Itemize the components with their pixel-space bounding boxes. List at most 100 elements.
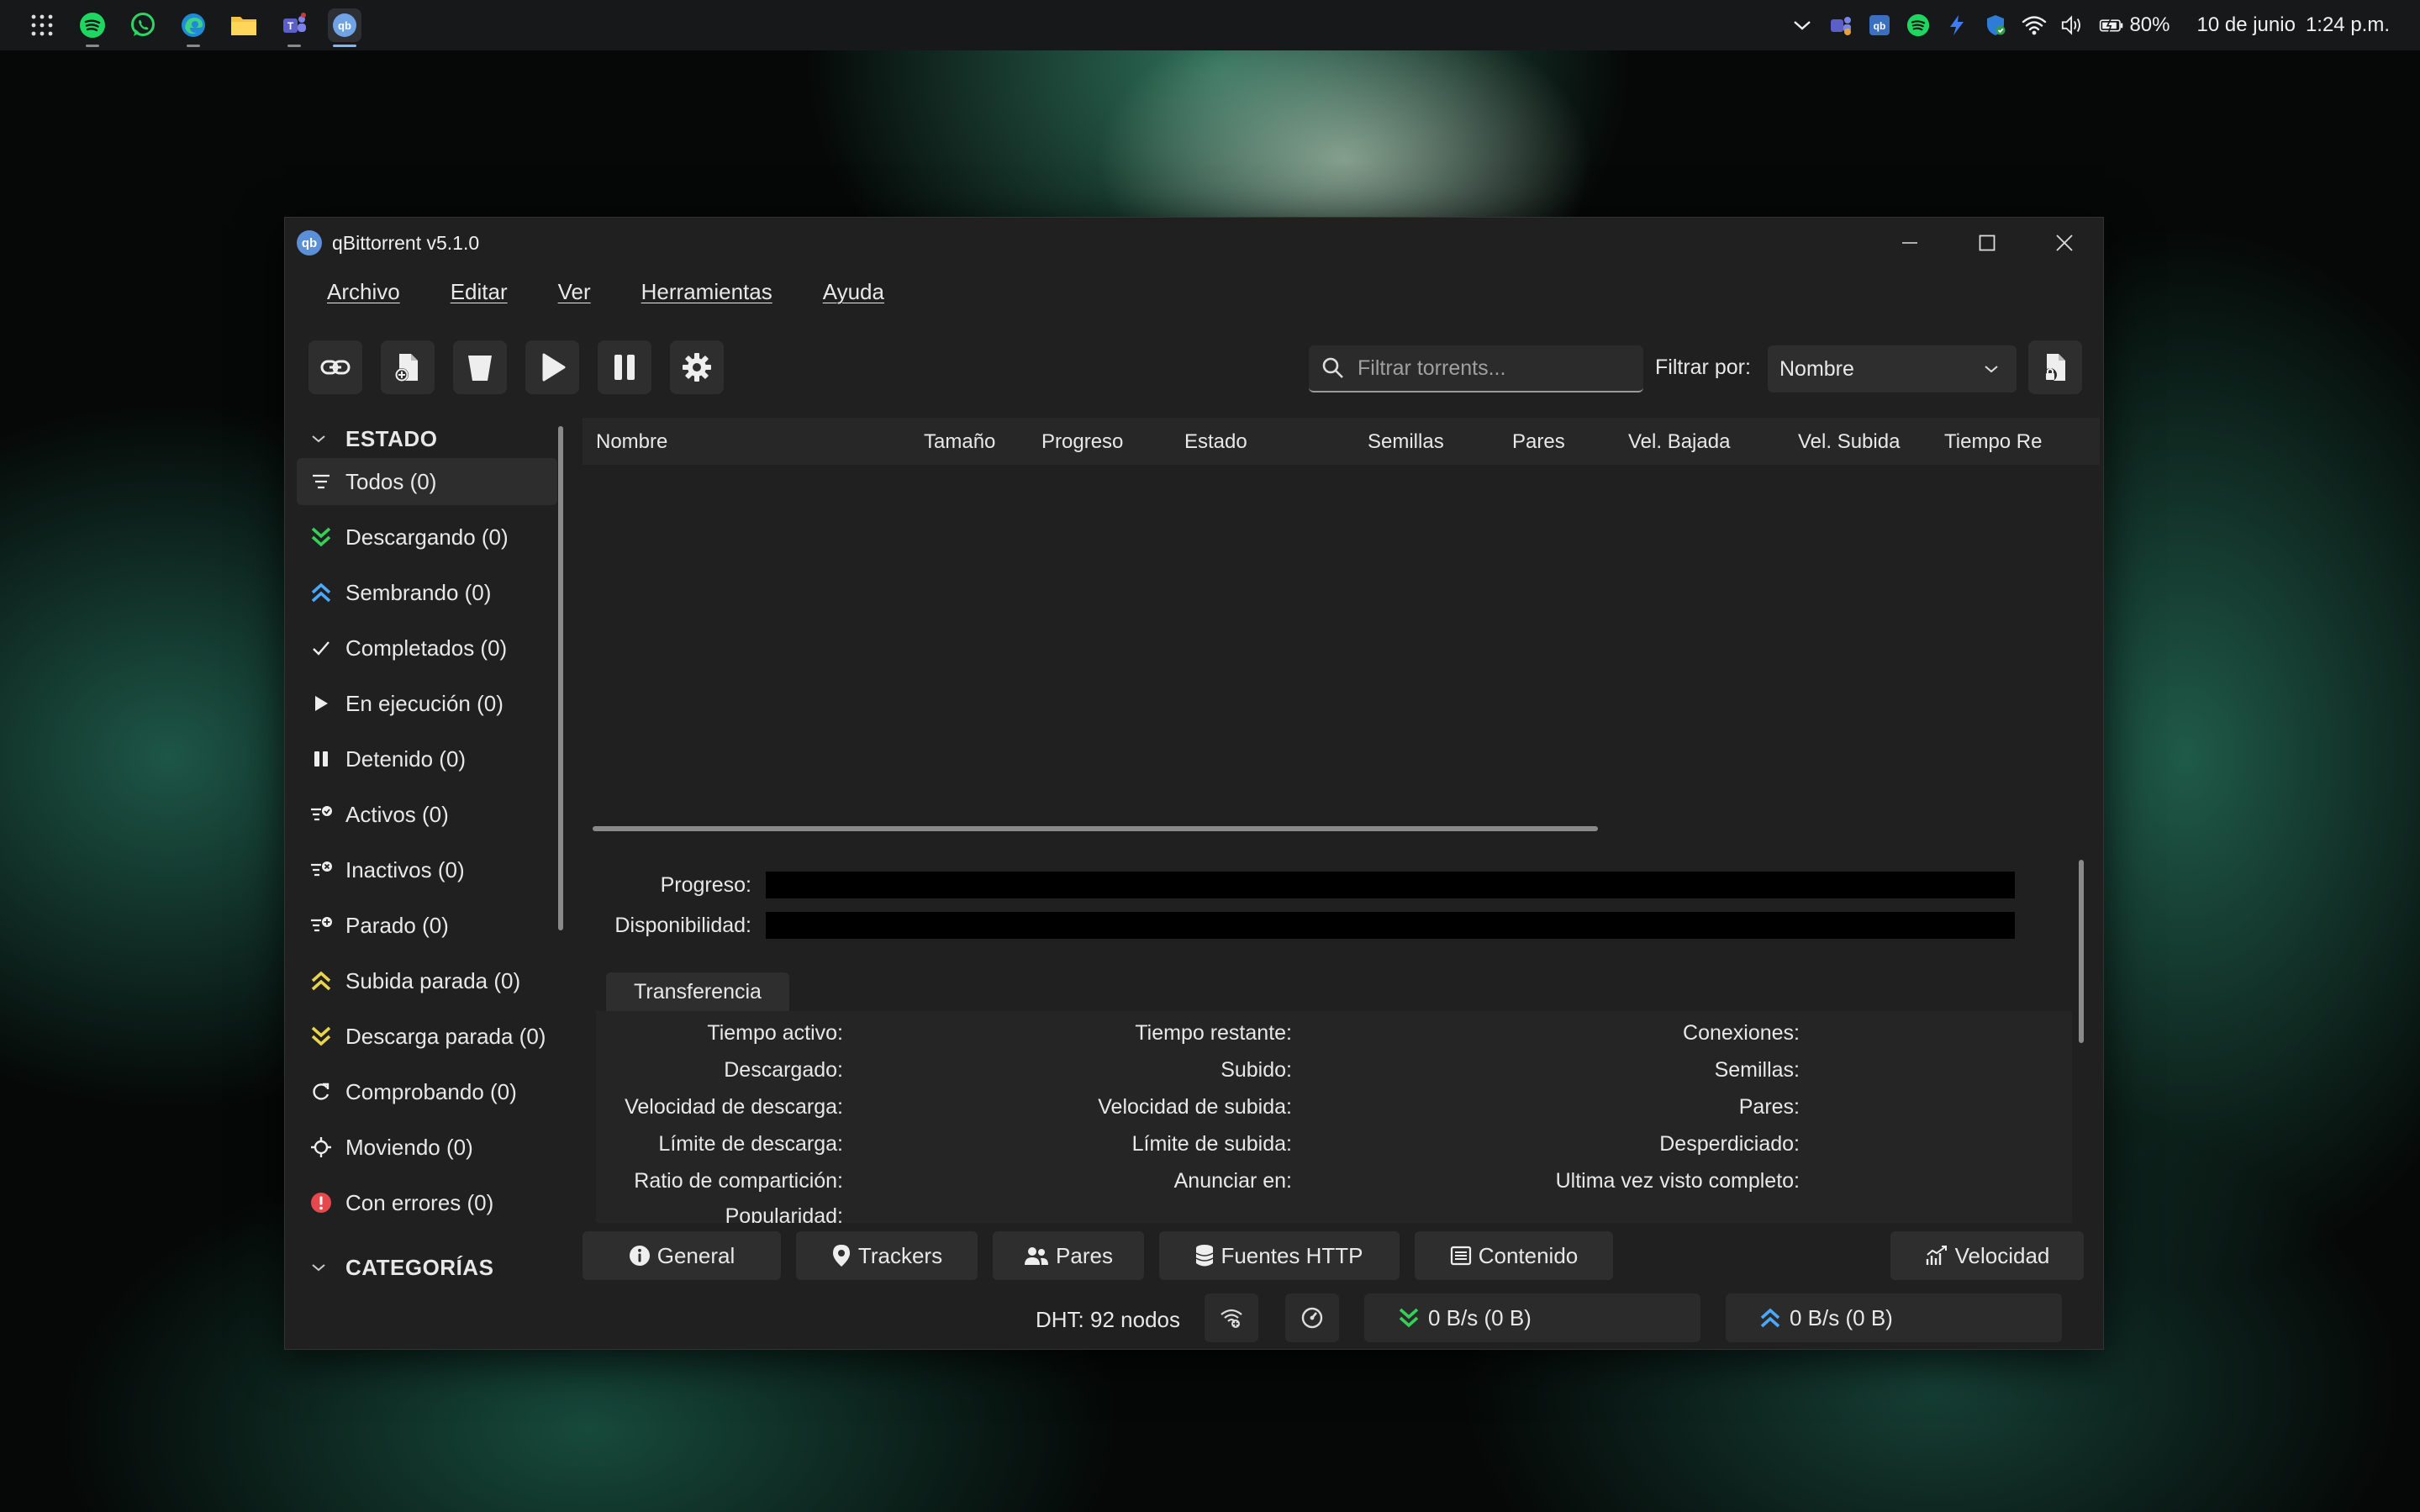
start-button[interactable] — [525, 340, 579, 394]
sidebar-item-label: Inactivos (0) — [345, 856, 465, 882]
volume-icon[interactable] — [2060, 13, 2085, 38]
sidebar-item-todos[interactable]: Todos (0) — [297, 458, 557, 505]
sidebar-item-sembrando[interactable]: Sembrando (0) — [297, 569, 557, 616]
tab-pares[interactable]: Pares — [993, 1231, 1144, 1280]
upload-arrows-icon — [1760, 1308, 1780, 1328]
rss-add-file-button[interactable] — [2028, 340, 2082, 394]
delete-button[interactable] — [453, 340, 507, 394]
column-nombre[interactable]: Nombre — [596, 430, 667, 454]
close-button[interactable] — [2026, 218, 2103, 268]
add-link-button[interactable] — [308, 340, 362, 394]
minimize-button[interactable] — [1871, 218, 1948, 268]
clock-time[interactable]: 1:24 p.m. — [2306, 13, 2390, 37]
sidebar-item-moviendo[interactable]: Moviendo (0) — [297, 1124, 557, 1171]
download-arrows-icon — [308, 524, 334, 550]
tab-label: General — [656, 1242, 735, 1268]
tab-velocidad[interactable]: Velocidad — [1890, 1231, 2084, 1280]
edge-icon[interactable] — [177, 8, 210, 47]
sidebar-item-activos[interactable]: Activos (0) — [297, 791, 557, 838]
limite-descarga-label: Límite de descarga: — [658, 1132, 843, 1156]
whatsapp-icon[interactable] — [126, 8, 160, 42]
tab-trackers[interactable]: Trackers — [796, 1231, 978, 1280]
conexiones-label: Conexiones: — [1683, 1021, 1800, 1045]
tab-fuentes-http[interactable]: Fuentes HTTP — [1159, 1231, 1400, 1280]
progress-label: Progreso: — [660, 873, 751, 897]
add-torrent-file-button[interactable] — [381, 340, 435, 394]
speed-limits-button[interactable] — [1285, 1293, 1339, 1342]
semillas-label: Semillas: — [1714, 1058, 1800, 1082]
power-automate-icon[interactable] — [1944, 13, 1969, 38]
status-section-header[interactable]: ESTADO — [297, 419, 557, 458]
spotify-tray-icon[interactable] — [1906, 13, 1931, 38]
torrent-list-area[interactable] — [583, 465, 2100, 818]
battery-icon[interactable] — [2099, 13, 2124, 38]
sidebar-item-descargando[interactable]: Descargando (0) — [297, 514, 557, 561]
status-header-label: ESTADO — [345, 425, 438, 451]
column-estado[interactable]: Estado — [1184, 430, 1247, 454]
sidebar-scrollbar[interactable] — [558, 426, 563, 930]
spotify-icon[interactable] — [76, 8, 109, 47]
sidebar-item-label: Detenido (0) — [345, 745, 467, 772]
categories-section-header[interactable]: CATEGORÍAS — [297, 1248, 557, 1277]
sidebar-item-con-errores[interactable]: Con errores (0) — [297, 1179, 557, 1226]
chart-icon — [1926, 1246, 1947, 1265]
torrent-table-header: Nombre Tamaño Progreso Estado Semillas P… — [583, 418, 2100, 465]
details-vertical-scrollbar[interactable] — [2079, 860, 2084, 1043]
teams-icon[interactable]: T — [277, 8, 311, 47]
play-icon — [308, 691, 334, 716]
connection-status-button[interactable] — [1205, 1293, 1258, 1342]
filter-plus-icon — [308, 913, 334, 938]
menu-archivo[interactable]: Archivo — [327, 279, 400, 305]
column-tiempo-restante[interactable]: Tiempo Re — [1944, 430, 2042, 454]
wifi-icon[interactable] — [2022, 13, 2047, 38]
check-icon — [308, 635, 334, 661]
column-progreso[interactable]: Progreso — [1041, 430, 1123, 454]
trash-icon — [468, 356, 492, 381]
column-vel-bajada[interactable]: Vel. Bajada — [1628, 430, 1730, 454]
tab-contenido[interactable]: Contenido — [1415, 1231, 1613, 1280]
sidebar-item-parado[interactable]: Parado (0) — [297, 902, 557, 949]
sidebar-item-completados[interactable]: Completados (0) — [297, 624, 557, 672]
security-shield-icon[interactable] — [1983, 13, 2008, 38]
file-explorer-icon[interactable] — [227, 8, 261, 42]
sidebar-item-comprobando[interactable]: Comprobando (0) — [297, 1068, 557, 1115]
filter-torrents-input[interactable]: Filtrar torrents... — [1309, 345, 1643, 392]
table-horizontal-scrollbar[interactable] — [593, 826, 1598, 831]
menu-ayuda[interactable]: Ayuda — [823, 279, 884, 305]
filter-by-select[interactable]: Nombre — [1768, 345, 2017, 392]
filter-placeholder: Filtrar torrents... — [1358, 356, 1506, 380]
menu-herramientas[interactable]: Herramientas — [641, 279, 772, 305]
qbittorrent-tray-icon[interactable]: qb — [1867, 13, 1892, 38]
taskbar: T qb qb 80% 10 de junio 1:24 p.m. — [0, 0, 2420, 50]
column-semillas[interactable]: Semillas — [1368, 430, 1444, 454]
pause-button[interactable] — [598, 340, 651, 394]
clock-date[interactable]: 10 de junio — [2197, 13, 2296, 37]
column-vel-subida[interactable]: Vel. Subida — [1798, 430, 1900, 454]
sidebar-item-inactivos[interactable]: Inactivos (0) — [297, 846, 557, 893]
options-button[interactable] — [670, 340, 724, 394]
tiempo-restante-label: Tiempo restante: — [1135, 1021, 1292, 1045]
sidebar-item-detenido[interactable]: Detenido (0) — [297, 735, 557, 782]
anunciar-en-label: Anunciar en: — [1173, 1169, 1292, 1193]
tab-label: Velocidad — [1954, 1242, 2050, 1268]
apps-grid-icon[interactable] — [25, 8, 59, 42]
tab-general[interactable]: General — [583, 1231, 781, 1280]
qbittorrent-taskbar-icon[interactable]: qb — [328, 8, 361, 47]
sidebar-item-subida-parada[interactable]: Subida parada (0) — [297, 957, 557, 1004]
sidebar-item-label: Comprobando (0) — [345, 1078, 517, 1104]
column-tamano[interactable]: Tamaño — [924, 430, 995, 454]
title-bar[interactable]: qb qBittorrent v5.1.0 — [285, 218, 2103, 268]
column-pares[interactable]: Pares — [1512, 430, 1565, 454]
menu-editar[interactable]: Editar — [451, 279, 508, 305]
transfer-group-title: Transferencia — [606, 972, 789, 1011]
menu-ver[interactable]: Ver — [558, 279, 591, 305]
upload-speed-status[interactable]: 0 B/s (0 B) — [1726, 1293, 2062, 1342]
sidebar-item-en-ejecucion[interactable]: En ejecución (0) — [297, 680, 557, 727]
chevron-up-icon[interactable] — [1790, 13, 1815, 38]
popularidad-label: Popularidad: — [725, 1204, 843, 1223]
sidebar-item-descarga-parada[interactable]: Descarga parada (0) — [297, 1013, 557, 1060]
maximize-button[interactable] — [1948, 218, 2026, 268]
filter-x-icon — [308, 857, 334, 882]
teams-tray-icon[interactable] — [1828, 13, 1853, 38]
download-speed-status[interactable]: 0 B/s (0 B) — [1364, 1293, 1700, 1342]
